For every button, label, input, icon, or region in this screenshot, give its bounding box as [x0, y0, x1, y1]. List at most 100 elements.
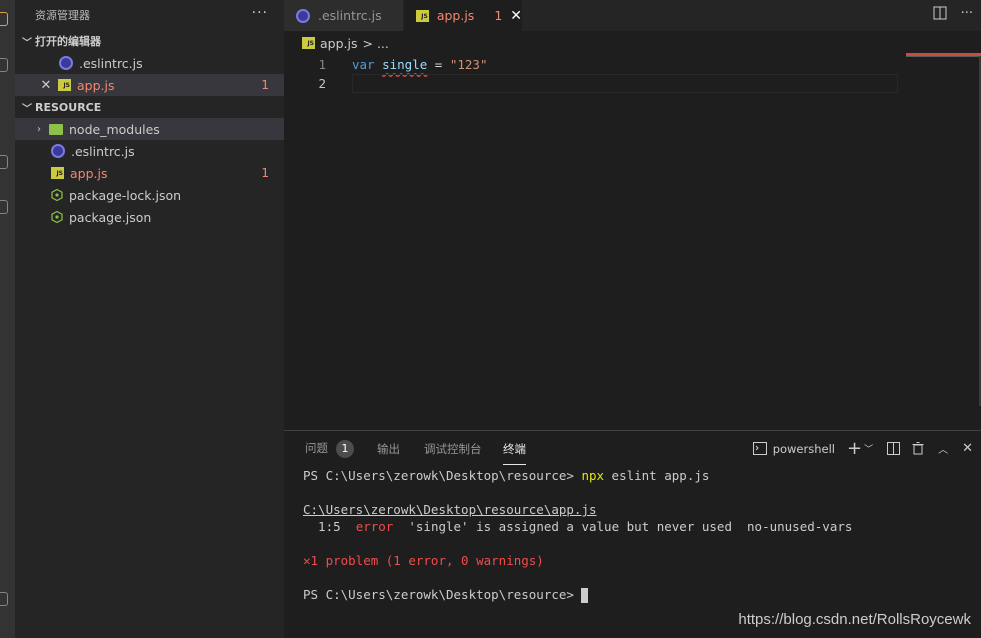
js-icon: JS — [58, 79, 71, 91]
terminal-line: PS C:\Users\zerowk\Desktop\resource> — [303, 586, 852, 603]
eslint-icon — [296, 8, 310, 23]
panel-tabs: 问题 1 输出 调试控制台 终端 powershell + ﹀ ︿ ✕ — [284, 431, 981, 467]
tree-item-label: node_modules — [69, 121, 160, 137]
explorer-sidebar: 资源管理器 ··· ﹀ 打开的编辑器 .eslintrc.js ✕ JS app… — [15, 0, 284, 638]
open-editors-label: 打开的编辑器 — [35, 35, 101, 48]
terminal-icon — [752, 442, 767, 455]
code-line: 1 var single = "123" — [284, 55, 898, 74]
tree-item-node-modules[interactable]: › node_modules — [15, 118, 284, 140]
tab-label: app.js — [436, 8, 475, 23]
tree-item-eslintrc[interactable]: .eslintrc.js — [15, 140, 284, 162]
open-editor-item[interactable]: .eslintrc.js — [15, 52, 284, 74]
chevron-right-icon: › — [37, 123, 41, 135]
folder-section[interactable]: ﹀ RESOURCE — [15, 96, 284, 118]
chevron-up-icon[interactable]: ︿ — [938, 441, 948, 456]
tree-item-app-js[interactable]: JS app.js 1 — [15, 162, 284, 184]
tree-item-label: app.js — [70, 165, 108, 181]
open-editors-section[interactable]: ﹀ 打开的编辑器 — [15, 30, 284, 52]
problems-count-badge: 1 — [336, 440, 354, 458]
terminal-prompt: PS C:\Users\zerowk\Desktop\resource> — [303, 587, 582, 602]
explorer-activity-icon[interactable] — [0, 12, 8, 26]
trash-icon[interactable] — [912, 442, 924, 455]
account-activity-icon[interactable] — [0, 592, 8, 606]
terminal-command-npx: npx — [581, 468, 605, 483]
line-number: 2 — [318, 76, 326, 91]
breadcrumb: JS app.js > ... — [284, 31, 981, 55]
open-editor-item[interactable]: ✕ JS app.js 1 — [15, 74, 284, 96]
more-actions-icon[interactable]: ··· — [961, 6, 973, 21]
terminal-error-level: error — [355, 519, 394, 534]
panel-actions: powershell + ﹀ ︿ ✕ — [752, 439, 973, 457]
tree-item-package-lock[interactable]: package-lock.json — [15, 184, 284, 206]
chevron-down-icon: ﹀ — [22, 37, 32, 49]
terminal-message: 'single' is assigned a value but never u… — [393, 519, 853, 534]
identifier-token: single — [382, 57, 428, 72]
minimap-line — [906, 56, 981, 57]
folder-icon — [49, 123, 63, 135]
json-icon — [51, 211, 63, 223]
tab-output[interactable]: 输出 — [377, 441, 400, 457]
open-editor-label: app.js — [77, 77, 115, 93]
search-activity-icon[interactable] — [0, 58, 8, 72]
terminal-prompt: PS C:\Users\zerowk\Desktop\resource> — [303, 468, 582, 483]
code-line: 2 — [284, 74, 898, 93]
terminal-file-path[interactable]: C:\Users\zerowk\Desktop\resource\app.js — [303, 501, 852, 518]
scm-activity-icon[interactable] — [0, 155, 8, 169]
problem-count-badge: 1 — [261, 166, 269, 180]
close-icon[interactable]: ✕ — [510, 8, 522, 24]
js-icon: JS — [51, 167, 64, 179]
tab-label: 问题 — [305, 441, 328, 455]
chevron-down-icon: ﹀ — [22, 103, 32, 115]
tab-terminal[interactable]: 终端 — [503, 441, 526, 465]
terminal-command-args: eslint app.js — [604, 468, 710, 483]
tab-label: .eslintrc.js — [318, 8, 382, 23]
code-view[interactable]: 1 var single = "123" 2 — [284, 55, 898, 93]
terminal-line: PS C:\Users\zerowk\Desktop\resource> npx… — [303, 467, 852, 484]
terminal-cursor — [581, 588, 589, 603]
open-editor-label: .eslintrc.js — [79, 55, 143, 71]
terminal-position: 1:5 — [303, 519, 356, 534]
more-actions-icon[interactable]: ··· — [252, 5, 268, 21]
watermark: https://blog.csdn.net/RollsRoycewk — [738, 611, 971, 628]
add-terminal-icon[interactable]: + — [847, 439, 862, 457]
terminal-line: 1:5 error 'single' is assigned a value b… — [303, 518, 852, 535]
eslint-icon — [51, 144, 65, 158]
js-icon: JS — [416, 9, 429, 22]
split-editor-icon[interactable] — [933, 6, 947, 20]
shell-name[interactable]: powershell — [773, 442, 835, 456]
eslint-icon — [59, 56, 73, 70]
line-number: 1 — [318, 57, 326, 72]
operator-token: = — [427, 57, 450, 72]
tab-app-js[interactable]: JS app.js 1 ✕ — [404, 0, 522, 31]
keyword-token: var — [352, 57, 375, 72]
chevron-down-icon[interactable]: ﹀ — [864, 442, 873, 455]
tab-debug-console[interactable]: 调试控制台 — [424, 441, 482, 457]
js-icon: JS — [302, 37, 315, 49]
tab-eslintrc[interactable]: .eslintrc.js — [284, 0, 403, 31]
tab-bar: .eslintrc.js JS app.js 1 ✕ ··· — [284, 0, 981, 31]
tree-item-package-json[interactable]: package.json — [15, 206, 284, 228]
terminal-output[interactable]: PS C:\Users\zerowk\Desktop\resource> npx… — [303, 467, 852, 603]
bottom-panel: 问题 1 输出 调试控制台 终端 powershell + ﹀ ︿ ✕ PS C:… — [284, 430, 981, 638]
editor-actions: ··· — [933, 6, 973, 21]
extensions-activity-icon[interactable] — [0, 200, 8, 214]
explorer-header: 资源管理器 ··· — [15, 0, 284, 30]
explorer-title: 资源管理器 — [35, 9, 90, 22]
tab-problem-badge: 1 — [494, 8, 503, 23]
tree-item-label: package-lock.json — [69, 187, 182, 203]
activity-bar — [0, 0, 15, 638]
editor-area: .eslintrc.js JS app.js 1 ✕ ··· JS app.js… — [284, 0, 981, 430]
folder-label: RESOURCE — [35, 100, 102, 114]
breadcrumb-file[interactable]: app.js — [320, 36, 358, 51]
tab-problems[interactable]: 问题 1 — [305, 440, 354, 458]
close-icon[interactable]: ✕ — [40, 78, 52, 93]
json-icon — [51, 189, 63, 201]
breadcrumb-rest[interactable]: > ... — [363, 36, 389, 51]
close-icon[interactable]: ✕ — [962, 441, 973, 456]
tree-item-label: .eslintrc.js — [71, 143, 135, 159]
split-terminal-icon[interactable] — [887, 442, 901, 455]
terminal-summary: ✕1 problem (1 error, 0 warnings) — [303, 553, 544, 568]
